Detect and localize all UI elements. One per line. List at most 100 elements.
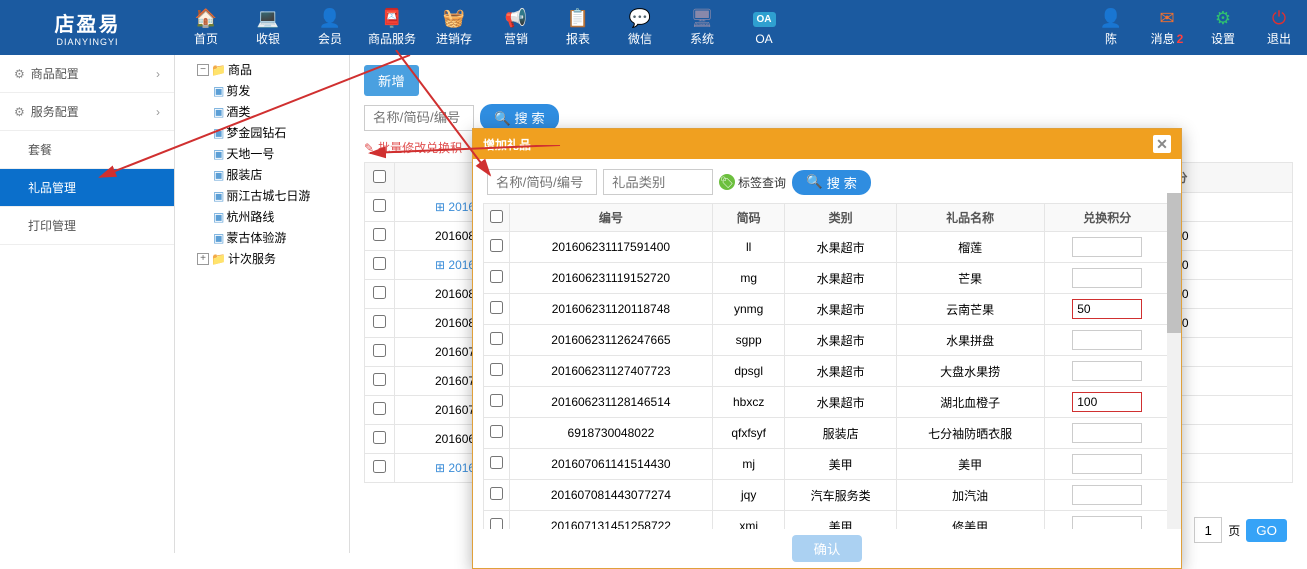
- page-input[interactable]: [1194, 517, 1222, 543]
- points-input[interactable]: [1072, 237, 1142, 257]
- modal-category-input[interactable]: [603, 169, 713, 195]
- sidebar-item[interactable]: ⚙服务配置›: [0, 93, 174, 131]
- tree-leaf[interactable]: ▣ 剪发: [179, 80, 345, 101]
- nav-cashier[interactable]: 💻收银: [237, 0, 299, 55]
- select-all-checkbox[interactable]: [373, 170, 386, 183]
- nav-user[interactable]: 👤陈: [1083, 0, 1139, 55]
- row-checkbox[interactable]: [373, 286, 386, 299]
- tree-leaf[interactable]: ▣ 酒类: [179, 101, 345, 122]
- tree-leaf[interactable]: ▣ 丽江古城七日游: [179, 185, 345, 206]
- modal-row-checkbox[interactable]: [490, 332, 503, 345]
- tree-leaf-label: 剪发: [226, 82, 250, 99]
- search-input[interactable]: [364, 105, 474, 131]
- row-checkbox[interactable]: [373, 199, 386, 212]
- expand-icon[interactable]: ⊞: [435, 258, 445, 272]
- points-input[interactable]: [1072, 423, 1142, 443]
- nav-oa[interactable]: OAOA: [733, 0, 795, 55]
- nav-oa-label: OA: [755, 32, 772, 46]
- sidebar-item[interactable]: 打印管理: [0, 207, 174, 245]
- add-button[interactable]: 新增: [364, 65, 419, 96]
- sidebar-item[interactable]: 套餐: [0, 131, 174, 169]
- nav-home-label: 首页: [194, 30, 218, 47]
- modal-col-header: 礼品名称: [896, 204, 1044, 232]
- nav-report[interactable]: 📋报表: [547, 0, 609, 55]
- row-checkbox[interactable]: [373, 315, 386, 328]
- row-checkbox[interactable]: [373, 257, 386, 270]
- tree-leaf[interactable]: ▣ 杭州路线: [179, 206, 345, 227]
- nav-settings[interactable]: ⚙设置: [1195, 0, 1251, 55]
- sidebar-item[interactable]: ⚙商品配置›: [0, 55, 174, 93]
- plus-icon[interactable]: +: [197, 253, 209, 265]
- search-button[interactable]: 🔍 搜 索: [480, 104, 559, 131]
- tree-second[interactable]: + 📁 计次服务: [179, 248, 345, 269]
- modal-row-checkbox[interactable]: [490, 487, 503, 500]
- row-checkbox[interactable]: [373, 402, 386, 415]
- row-checkbox[interactable]: [373, 431, 386, 444]
- expand-icon[interactable]: ⊞: [435, 200, 445, 214]
- modal-row-checkbox[interactable]: [490, 363, 503, 376]
- nav-logout[interactable]: ⏻退出: [1251, 0, 1307, 55]
- modal-select-all[interactable]: [490, 210, 503, 223]
- scrollbar[interactable]: [1167, 193, 1181, 529]
- expand-icon[interactable]: ⊞: [435, 461, 445, 475]
- cell-code: 201606231126247665: [510, 325, 713, 356]
- points-input[interactable]: [1072, 299, 1142, 319]
- add-gift-modal: 增加礼品 ✕ 🏷 标签查询 🔍 搜 索 编号简码类别礼品名称兑换积分 20160…: [472, 128, 1182, 569]
- nav-stock[interactable]: 🧺进销存: [423, 0, 485, 55]
- nav-wechat-label: 微信: [628, 30, 652, 47]
- points-input[interactable]: [1072, 330, 1142, 350]
- nav-marketing[interactable]: 📢 营销: [485, 0, 547, 55]
- points-input[interactable]: [1072, 516, 1142, 529]
- row-checkbox[interactable]: [373, 228, 386, 241]
- nav-marketing-label: 营销: [504, 30, 528, 47]
- modal-row-checkbox[interactable]: [490, 270, 503, 283]
- cell-cat: 水果超市: [785, 387, 896, 418]
- nav-home[interactable]: 🏠首页: [175, 0, 237, 55]
- minus-icon[interactable]: −: [197, 64, 209, 76]
- page-label: 页: [1228, 522, 1240, 539]
- nav-msg[interactable]: ✉消息2: [1139, 0, 1195, 55]
- tree-leaf[interactable]: ▣ 蒙古体验游: [179, 227, 345, 248]
- nav-marketing-icon: 📢: [504, 8, 528, 28]
- points-input[interactable]: [1072, 361, 1142, 381]
- points-input[interactable]: [1072, 268, 1142, 288]
- nav-goods[interactable]: 📮商品服务: [361, 0, 423, 55]
- cell-short: ynmg: [712, 294, 785, 325]
- tree-leaf[interactable]: ▣ 服装店: [179, 164, 345, 185]
- tree-leaf-label: 丽江古城七日游: [226, 187, 310, 204]
- sidebar-item-label: 套餐: [28, 143, 52, 157]
- go-button[interactable]: GO: [1246, 519, 1287, 542]
- cell-cat: 美甲: [785, 449, 896, 480]
- tag-search-link[interactable]: 🏷 标签查询: [719, 174, 786, 191]
- modal-row: 201606231128146514 hbxcz 水果超市 湖北血橙子: [484, 387, 1171, 418]
- sidebar-item[interactable]: 礼品管理: [0, 169, 174, 207]
- row-checkbox[interactable]: [373, 460, 386, 473]
- batch-edit-link[interactable]: ✎ 批量修改兑换积: [364, 139, 462, 156]
- modal-row-checkbox[interactable]: [490, 456, 503, 469]
- row-checkbox[interactable]: [373, 344, 386, 357]
- tree-leaf[interactable]: ▣ 梦金园钻石: [179, 122, 345, 143]
- points-input[interactable]: [1072, 454, 1142, 474]
- points-input[interactable]: [1072, 485, 1142, 505]
- nav-member[interactable]: 👤会员: [299, 0, 361, 55]
- modal-search-button[interactable]: 🔍 搜 索: [792, 170, 871, 195]
- modal-row-checkbox[interactable]: [490, 394, 503, 407]
- tree-root[interactable]: − 📁 商品: [179, 59, 345, 80]
- modal-row-checkbox[interactable]: [490, 301, 503, 314]
- nav-wechat[interactable]: 💬微信: [609, 0, 671, 55]
- close-icon[interactable]: ✕: [1153, 135, 1171, 153]
- nav-system[interactable]: 🖥系统: [671, 0, 733, 55]
- modal-row-checkbox[interactable]: [490, 425, 503, 438]
- points-input[interactable]: [1072, 392, 1142, 412]
- logo-cn: 店盈易: [55, 8, 121, 37]
- scrollbar-thumb[interactable]: [1167, 193, 1181, 333]
- sidebar-item-label: 打印管理: [28, 219, 76, 233]
- row-checkbox[interactable]: [373, 373, 386, 386]
- logo[interactable]: 店盈易 DIANYINGYI: [0, 0, 175, 55]
- modal-row-checkbox[interactable]: [490, 518, 503, 529]
- confirm-button[interactable]: 确认: [792, 535, 863, 562]
- modal-row-checkbox[interactable]: [490, 239, 503, 252]
- modal-search-input[interactable]: [487, 169, 597, 195]
- tree-leaf[interactable]: ▣ 天地一号: [179, 143, 345, 164]
- topbar: 店盈易 DIANYINGYI 🏠首页💻收银👤会员📮商品服务🧺进销存 📢 营销 📋报表💬…: [0, 0, 1307, 55]
